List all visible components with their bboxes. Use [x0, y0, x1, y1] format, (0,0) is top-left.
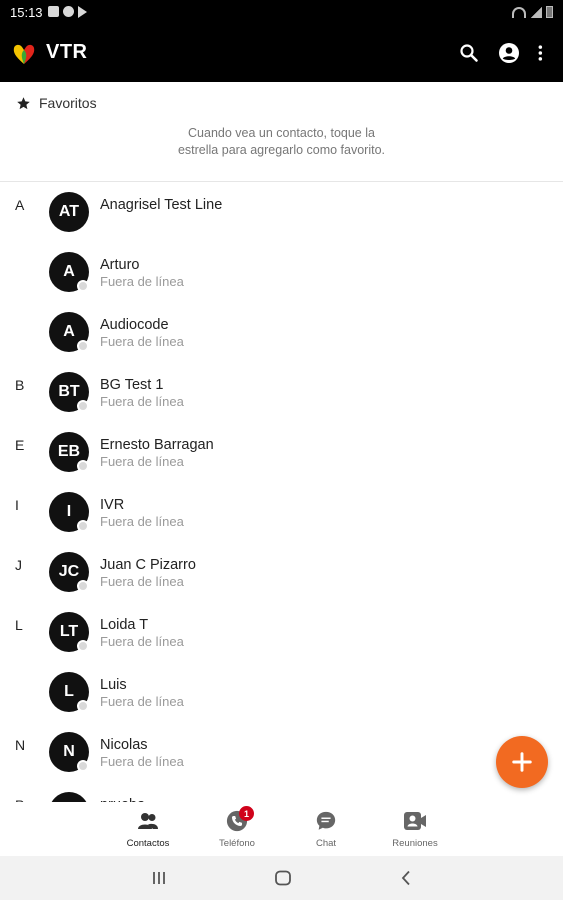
home-icon[interactable] — [273, 868, 293, 888]
tab-label: Contactos — [126, 838, 170, 849]
tab-label: Teléfono — [219, 838, 255, 849]
section-letter: E — [15, 437, 25, 453]
notification-icons — [48, 6, 87, 18]
section-letter: I — [15, 497, 19, 513]
contact-row[interactable]: N N Nicolas Fuera de línea — [0, 725, 563, 785]
section-letter: N — [15, 737, 26, 753]
contact-name: Luis — [100, 677, 127, 693]
back-icon[interactable] — [396, 868, 416, 888]
contact-row[interactable]: E EB Ernesto Barragan Fuera de línea — [0, 425, 563, 485]
favorites-title: Favoritos — [39, 95, 97, 111]
avatar: P — [49, 792, 89, 802]
gallery-notification-icon — [48, 6, 59, 17]
missed-calls-badge: 1 — [239, 806, 254, 821]
bottom-navigation: Contactos 1 Teléfono Chat Reuniones — [0, 802, 563, 856]
add-icon — [512, 752, 532, 772]
chat-icon — [316, 811, 336, 830]
contact-row[interactable]: J JC Juan C Pizarro Fuera de línea — [0, 545, 563, 605]
contact-status: Fuera de línea — [100, 634, 184, 649]
presence-indicator — [77, 760, 89, 772]
contact-name: Nicolas — [100, 737, 148, 753]
contact-status: Fuera de línea — [100, 514, 184, 529]
tab-label: Chat — [315, 838, 337, 849]
presence-indicator — [77, 700, 89, 712]
contact-status: Fuera de línea — [100, 754, 184, 769]
system-indicators — [512, 6, 553, 18]
tab-contacts[interactable]: Contactos — [108, 810, 188, 849]
favorites-hint-line: Cuando vea un contacto, toque la — [188, 126, 375, 140]
contact-name: Audiocode — [100, 317, 169, 333]
contact-status: Fuera de línea — [100, 274, 184, 289]
tab-meetings[interactable]: Reuniones — [375, 810, 455, 849]
presence-indicator — [77, 400, 89, 412]
add-contact-button[interactable] — [496, 736, 548, 788]
contact-name: Juan C Pizarro — [100, 557, 196, 573]
contact-status: Fuera de línea — [100, 694, 184, 709]
contact-row[interactable]: I I IVR Fuera de línea — [0, 485, 563, 545]
star-icon — [17, 96, 30, 109]
presence-indicator — [77, 280, 89, 292]
play-notification-icon — [78, 6, 87, 18]
battery-icon — [546, 6, 553, 18]
tab-label: Reuniones — [392, 838, 438, 849]
contact-name: Arturo — [100, 257, 140, 273]
contact-row[interactable]: L Luis Fuera de línea — [0, 665, 563, 725]
contact-name: Loida T — [100, 617, 149, 633]
contact-row[interactable]: L LT Loida T Fuera de línea — [0, 605, 563, 665]
contact-row[interactable]: A Arturo Fuera de línea — [0, 245, 563, 305]
contact-list[interactable]: A AT Anagrisel Test Line A Arturo Fuera … — [0, 182, 563, 802]
contact-status: Fuera de línea — [100, 574, 184, 589]
contacts-icon — [138, 813, 158, 829]
favorites-header: Favoritos — [16, 95, 97, 111]
favorites-hint: Cuando vea un contacto, toque la estrell… — [0, 125, 563, 159]
contact-row[interactable]: P P prueba — [0, 785, 563, 802]
recent-apps-icon[interactable] — [149, 868, 169, 888]
vtr-logo-icon — [13, 44, 35, 64]
search-icon[interactable] — [457, 41, 481, 65]
contact-row[interactable]: A AT Anagrisel Test Line — [0, 185, 563, 245]
contact-name: Ernesto Barragan — [100, 437, 214, 453]
presence-indicator — [77, 580, 89, 592]
status-bar: 15:13 — [0, 0, 563, 24]
favorites-section: Favoritos Cuando vea un contacto, toque … — [0, 82, 563, 182]
system-navigation-bar — [0, 856, 563, 900]
contact-row[interactable]: B BT BG Test 1 Fuera de línea — [0, 365, 563, 425]
contact-status: Fuera de línea — [100, 454, 184, 469]
contact-name: BG Test 1 — [100, 377, 164, 393]
alert-notification-icon — [63, 6, 74, 17]
contact-status: Fuera de línea — [100, 394, 184, 409]
app-title: VTR — [46, 41, 88, 63]
wifi-icon — [512, 7, 526, 18]
contact-row[interactable]: A Audiocode Fuera de línea — [0, 305, 563, 365]
tab-phone[interactable]: 1 Teléfono — [197, 806, 277, 849]
presence-indicator — [77, 520, 89, 532]
contact-status: Fuera de línea — [100, 334, 184, 349]
presence-indicator — [77, 460, 89, 472]
presence-indicator — [77, 640, 89, 652]
section-letter: L — [15, 617, 23, 633]
tab-chat[interactable]: Chat — [286, 810, 366, 849]
favorites-hint-line: estrella para agregarlo como favorito. — [177, 143, 386, 157]
status-time: 15:13 — [10, 5, 43, 20]
meetings-icon — [404, 812, 426, 830]
section-letter: A — [15, 197, 25, 213]
account-icon[interactable] — [497, 41, 521, 65]
section-letter: B — [15, 377, 25, 393]
avatar: AT — [49, 192, 89, 232]
more-vert-icon[interactable] — [532, 41, 552, 65]
signal-icon — [530, 7, 542, 18]
section-letter: J — [15, 557, 22, 573]
contact-name: IVR — [100, 497, 125, 513]
contact-name: Anagrisel Test Line — [100, 197, 223, 213]
app-bar: VTR — [0, 24, 563, 82]
presence-indicator — [77, 340, 89, 352]
